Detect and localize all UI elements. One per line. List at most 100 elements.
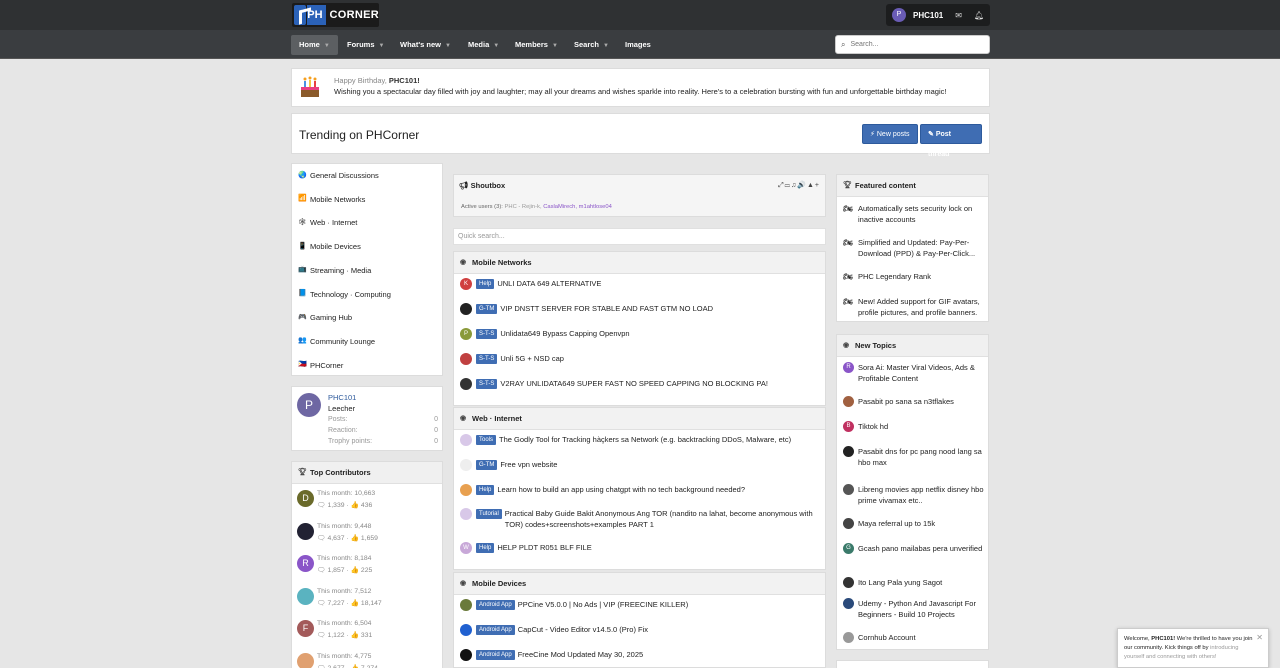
featured-title[interactable]: Simplified and Updated: Pay-Per-Download… bbox=[858, 237, 985, 259]
thread-prefix-badge[interactable]: Help bbox=[476, 543, 495, 553]
thread-row[interactable]: Android App CapCut - Video Editor v14.5.0… bbox=[460, 624, 820, 636]
thread-row[interactable]: W Help HELP PLDT R051 BLF FILE bbox=[460, 542, 820, 554]
featured-item[interactable]: 🏍︎ New! Added support for GIF avatars, pr… bbox=[843, 296, 985, 318]
topic-item[interactable]: Pasabit po sana sa n3tflakes bbox=[843, 396, 985, 407]
section-title[interactable]: Mobile Devices bbox=[472, 579, 526, 588]
thread-row[interactable]: Tools The Godly Tool for Tracking hàçkers… bbox=[460, 434, 820, 446]
site-logo[interactable]: PH CORNER bbox=[292, 3, 379, 27]
avatar[interactable] bbox=[843, 598, 854, 609]
chevron-down-icon[interactable]: ▼ bbox=[324, 43, 330, 49]
topic-title[interactable]: Tiktok hd bbox=[858, 421, 888, 432]
avatar[interactable] bbox=[843, 484, 854, 495]
avatar[interactable] bbox=[460, 599, 472, 611]
thread-prefix-badge[interactable]: S-T-S bbox=[476, 379, 498, 389]
section-title[interactable]: Mobile Networks bbox=[472, 258, 532, 267]
thread-title[interactable]: UNLI DATA 649 ALTERNATIVE bbox=[497, 278, 601, 289]
avatar[interactable]: P bbox=[297, 393, 321, 417]
thread-prefix-badge[interactable]: S-T-S bbox=[476, 354, 498, 364]
topic-title[interactable]: Pasabit dns for pc pang nood lang sa hbo… bbox=[858, 446, 985, 468]
topic-title[interactable]: Pasabit po sana sa n3tflakes bbox=[858, 396, 954, 407]
close-icon[interactable]: ✕ bbox=[1256, 633, 1263, 642]
topic-title[interactable]: Libreng movies app netflix disney hbo pr… bbox=[858, 484, 985, 506]
thread-prefix-badge[interactable]: Android App bbox=[476, 625, 515, 635]
nav-members[interactable]: Members ▼ bbox=[507, 35, 566, 55]
search-input[interactable] bbox=[850, 41, 971, 48]
topic-item[interactable]: Libreng movies app netflix disney hbo pr… bbox=[843, 484, 985, 506]
chevron-down-icon[interactable]: ▼ bbox=[493, 43, 499, 49]
quick-search-input[interactable]: Quick search... bbox=[453, 228, 826, 245]
avatar[interactable]: W bbox=[460, 542, 472, 554]
avatar[interactable]: F bbox=[297, 620, 314, 638]
shoutbox-tools[interactable]: ⤢▭♫🔊▲+ bbox=[778, 181, 820, 190]
thread-row[interactable]: Tutorial Practical Baby Guide Bakit Anony… bbox=[460, 508, 820, 530]
thread-title[interactable]: Learn how to build an app using chatgpt … bbox=[497, 484, 745, 495]
thread-prefix-badge[interactable]: Help bbox=[476, 279, 495, 289]
featured-title[interactable]: Automatically sets security lock on inac… bbox=[858, 203, 985, 225]
bell-icon[interactable]: 🔔︎ bbox=[974, 11, 984, 20]
thread-title[interactable]: FreeCine Mod Updated May 30, 2025 bbox=[518, 649, 644, 660]
thread-title[interactable]: Free vpn website bbox=[500, 459, 557, 470]
thread-prefix-badge[interactable]: Android App bbox=[476, 600, 515, 610]
avatar[interactable] bbox=[843, 446, 854, 457]
featured-title[interactable]: PHC Legendary Rank bbox=[858, 271, 931, 282]
avatar[interactable] bbox=[297, 653, 314, 668]
forum-item[interactable]: 👥 Community Lounge bbox=[298, 337, 375, 346]
thread-row[interactable]: G-TM Free vpn website bbox=[460, 459, 820, 471]
profile-name[interactable]: PHC101 bbox=[328, 393, 356, 402]
forum-item[interactable]: 📘 Technology · Computing bbox=[298, 290, 391, 299]
topic-title[interactable]: Udemy - Python And Javascript For Beginn… bbox=[858, 598, 985, 620]
thread-title[interactable]: Unli 5G + NSD cap bbox=[500, 353, 564, 364]
forum-item[interactable]: 📶 Mobile Networks bbox=[298, 195, 365, 204]
topic-item[interactable]: B Tiktok hd bbox=[843, 421, 985, 432]
section-title[interactable]: Web · Internet bbox=[472, 414, 522, 423]
forum-item[interactable]: 🌏 General Discussions bbox=[298, 171, 379, 180]
thread-row[interactable]: Android App PPCine V5.0.0 | No Ads | VIP … bbox=[460, 599, 820, 611]
thread-row[interactable]: S-T-S V2RAY UNLIDATA649 SUPER FAST NO SPE… bbox=[460, 378, 820, 390]
search-box[interactable]: ⌕ bbox=[835, 35, 990, 54]
avatar[interactable]: P bbox=[892, 8, 906, 22]
thread-title[interactable]: PPCine V5.0.0 | No Ads | VIP (FREECINE K… bbox=[518, 599, 689, 610]
topic-title[interactable]: Cornhub Account bbox=[858, 632, 916, 643]
new-posts-button[interactable]: ⚡︎ New posts bbox=[862, 124, 918, 144]
thread-prefix-badge[interactable]: G-TM bbox=[476, 460, 498, 470]
chevron-down-icon[interactable]: ▼ bbox=[379, 43, 385, 49]
avatar[interactable] bbox=[460, 434, 472, 446]
nav-forums[interactable]: Forums ▼ bbox=[339, 35, 392, 55]
topic-title[interactable]: Ito Lang Pala yung Sagot bbox=[858, 577, 942, 588]
thread-title[interactable]: HELP PLDT R051 BLF FILE bbox=[497, 542, 591, 553]
avatar[interactable]: K bbox=[460, 278, 472, 290]
thread-title[interactable]: CapCut - Video Editor v14.5.0 (Pro) Fix bbox=[518, 624, 648, 635]
avatar[interactable]: D bbox=[297, 490, 314, 507]
chevron-down-icon[interactable]: ▼ bbox=[552, 43, 558, 49]
nav-media[interactable]: Media ▼ bbox=[460, 35, 507, 55]
avatar[interactable] bbox=[460, 508, 472, 520]
forum-item[interactable]: 📺 Streaming · Media bbox=[298, 266, 371, 275]
thread-title[interactable]: Practical Baby Guide Bakit Anonymous Ang… bbox=[505, 508, 820, 530]
post-thread-button[interactable]: ✎ Post thread bbox=[920, 124, 982, 158]
thread-row[interactable]: Help Learn how to build an app using chat… bbox=[460, 484, 820, 496]
inbox-icon[interactable]: ✉ bbox=[955, 11, 962, 20]
avatar[interactable]: P bbox=[460, 328, 472, 340]
avatar[interactable] bbox=[297, 522, 314, 540]
avatar[interactable]: R bbox=[843, 362, 854, 373]
thread-prefix-badge[interactable]: Help bbox=[476, 485, 495, 495]
avatar[interactable] bbox=[460, 624, 472, 636]
thread-prefix-badge[interactable]: Tutorial bbox=[476, 509, 502, 519]
topic-item[interactable]: Udemy - Python And Javascript For Beginn… bbox=[843, 598, 985, 620]
thread-title[interactable]: VIP DNSTT SERVER FOR STABLE AND FAST GTM… bbox=[500, 303, 713, 314]
topic-item[interactable]: Maya referral up to 15k bbox=[843, 518, 985, 529]
topic-item[interactable]: Ito Lang Pala yung Sagot bbox=[843, 577, 985, 588]
username[interactable]: PHC101 bbox=[913, 11, 943, 20]
thread-prefix-badge[interactable]: Android App bbox=[476, 650, 515, 660]
topic-item[interactable]: Cornhub Account bbox=[843, 632, 985, 643]
active-user[interactable]: m1ahtlose04 bbox=[579, 204, 612, 210]
thread-prefix-badge[interactable]: S-T-S bbox=[476, 329, 498, 339]
avatar[interactable] bbox=[297, 587, 314, 605]
avatar[interactable]: B bbox=[843, 421, 854, 432]
avatar[interactable] bbox=[460, 484, 472, 496]
forum-item[interactable]: 📱 Mobile Devices bbox=[298, 242, 361, 251]
avatar[interactable]: R bbox=[297, 555, 314, 573]
thread-title[interactable]: Unlidata649 Bypass Capping Openvpn bbox=[500, 328, 629, 339]
nav-images[interactable]: Images bbox=[617, 35, 659, 55]
user-menu[interactable]: P PHC101 ✉ 🔔︎ bbox=[886, 4, 990, 26]
